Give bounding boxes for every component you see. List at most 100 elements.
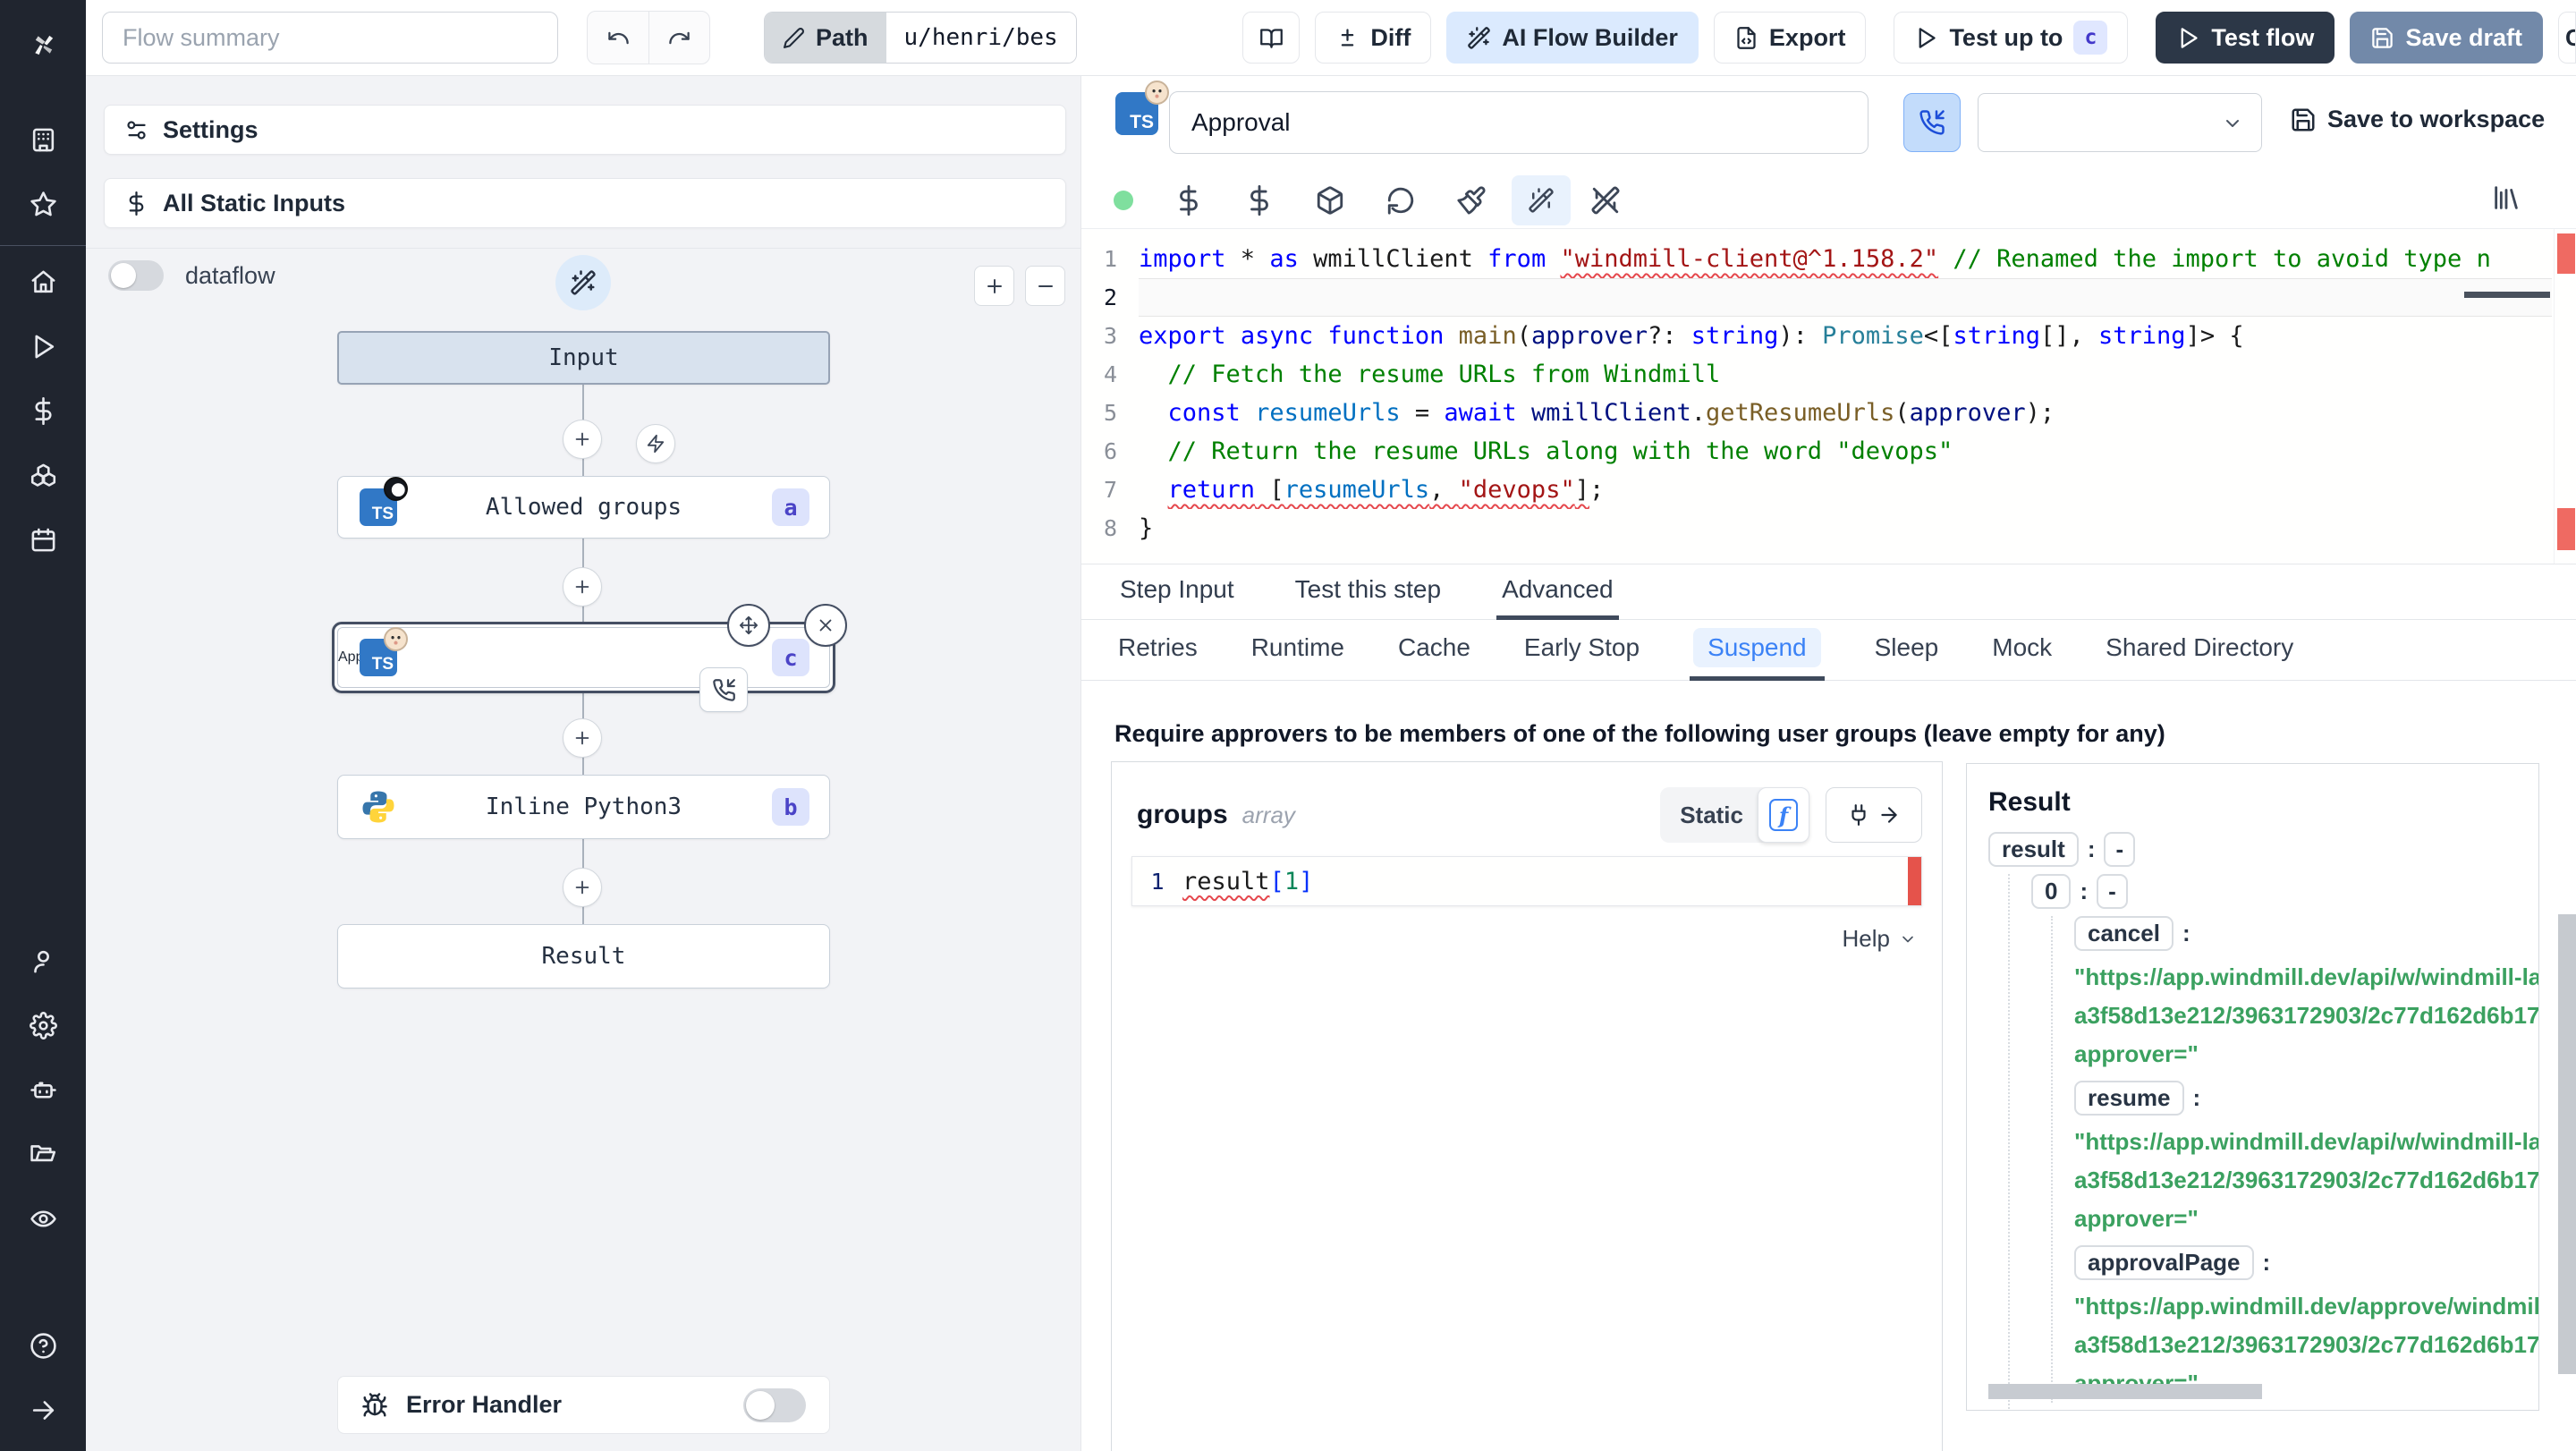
docs-book-button[interactable]	[1242, 12, 1301, 64]
code-line[interactable]: 5 const resumeUrls = await wmillClient.g…	[1081, 394, 2552, 432]
home-icon[interactable]	[0, 250, 86, 314]
step-title-input[interactable]	[1169, 91, 1868, 154]
suspend-phone-incoming-badge[interactable]	[699, 667, 748, 712]
flow-settings-button[interactable]: Settings	[104, 105, 1066, 155]
tab-retries[interactable]: Retries	[1114, 620, 1201, 681]
resource-dollar-button[interactable]	[1244, 184, 1275, 216]
tab-early-stop[interactable]: Early Stop	[1521, 620, 1643, 681]
library-icon[interactable]	[2491, 182, 2521, 213]
code-editor[interactable]: 1 import * as wmillClient from "windmill-…	[1081, 228, 2576, 564]
editor-overview-ruler[interactable]	[2554, 229, 2576, 564]
result-horizontal-scrollbar[interactable]	[1988, 1384, 2262, 1399]
insert-step-button[interactable]	[563, 718, 602, 758]
result-key-pill[interactable]: 0	[2031, 874, 2072, 909]
tab-cache[interactable]: Cache	[1394, 620, 1474, 681]
expand-arrow-right-icon[interactable]	[0, 1378, 86, 1442]
result-key-pill[interactable]: result	[1988, 832, 2079, 867]
javascript-expression-toggle[interactable]: f	[1758, 787, 1809, 843]
gear-icon[interactable]	[0, 993, 86, 1057]
save-draft-button[interactable]: Save draft	[2350, 12, 2543, 64]
reload-button[interactable]	[1385, 185, 1416, 216]
flow-summary-input[interactable]	[102, 12, 558, 64]
help-circle-icon[interactable]	[0, 1313, 86, 1378]
path-edit-segment[interactable]: Path	[765, 13, 886, 63]
ai-off-button[interactable]	[1590, 185, 1621, 216]
move-step-button[interactable]	[727, 604, 770, 647]
all-static-inputs-button[interactable]: All Static Inputs	[104, 178, 1066, 228]
test-flow-button[interactable]: Test flow	[2156, 12, 2335, 64]
tab-step-input[interactable]: Step Input	[1114, 564, 1240, 620]
trigger-zap-button[interactable]	[636, 424, 675, 463]
tab-suspend[interactable]: Suspend	[1690, 620, 1825, 681]
panel-vertical-scrollbar[interactable]	[2558, 914, 2576, 1374]
ai-assistant-button-active[interactable]	[1512, 174, 1571, 225]
result-key-pill[interactable]: resume	[2074, 1081, 2184, 1116]
script-version-select[interactable]	[1978, 93, 2262, 152]
code-line[interactable]: 8}	[1081, 509, 2552, 547]
eye-icon[interactable]	[0, 1186, 86, 1251]
redo-button[interactable]	[648, 12, 709, 64]
insert-step-button[interactable]	[563, 868, 602, 907]
connect-input-button[interactable]	[1826, 787, 1922, 843]
editor-scrollbar-handle[interactable]	[2464, 292, 2550, 298]
save-to-workspace-button[interactable]: Save to workspace	[2290, 106, 2545, 133]
tab-label: Early Stop	[1523, 633, 1640, 661]
diff-button[interactable]: Diff	[1315, 12, 1432, 64]
zoom-out-button[interactable]	[1025, 266, 1065, 306]
code-line[interactable]: 3 export async function main(approver?: s…	[1081, 317, 2552, 355]
tab-runtime[interactable]: Runtime	[1248, 620, 1348, 681]
variable-dollar-button[interactable]	[1174, 184, 1204, 216]
variables-dollar-icon[interactable]	[0, 378, 86, 443]
user-icon[interactable]	[0, 929, 86, 993]
flow-node-input[interactable]: Input	[337, 331, 830, 385]
building-icon[interactable]	[0, 107, 86, 172]
workers-robot-icon[interactable]	[0, 1057, 86, 1122]
code-line[interactable]: 4 // Fetch the resume URLs from Windmill	[1081, 355, 2552, 394]
zoom-in-button[interactable]	[974, 266, 1014, 306]
flow-node-result[interactable]: Result	[337, 924, 830, 989]
line-number: 1	[1103, 246, 1117, 272]
groups-expression-editor[interactable]: 1 result[1]	[1131, 856, 1922, 906]
help-dropdown[interactable]: Help	[1843, 925, 1917, 953]
insert-step-button[interactable]	[563, 567, 602, 607]
delete-step-button[interactable]	[804, 604, 847, 647]
folder-open-icon[interactable]	[0, 1122, 86, 1186]
tab-shared-directory[interactable]: Shared Directory	[2102, 620, 2297, 681]
code-line[interactable]: 7 return [resumeUrls, "devops"];	[1081, 471, 2552, 509]
error-handler-card[interactable]: Error Handler	[337, 1376, 830, 1434]
deploy-button-cutoff[interactable]: C	[2558, 12, 2576, 64]
resources-boxes-icon[interactable]	[0, 443, 86, 507]
export-button[interactable]: Export	[1713, 12, 1867, 64]
star-icon[interactable]	[0, 172, 86, 236]
package-button[interactable]	[1315, 185, 1345, 216]
code-line[interactable]: 2	[1081, 278, 2552, 317]
tab-mock[interactable]: Mock	[1988, 620, 2055, 681]
flow-node-inline-python3[interactable]: Inline Python3 b	[337, 775, 830, 839]
code-line[interactable]: 6 // Return the resume URLs along with t…	[1081, 432, 2552, 471]
undo-button[interactable]	[588, 12, 648, 64]
tab-test-this-step[interactable]: Test this step	[1290, 564, 1446, 620]
collapse-button[interactable]: -	[2097, 874, 2128, 909]
dataflow-toggle[interactable]	[108, 260, 164, 291]
collapse-button[interactable]: -	[2104, 832, 2136, 867]
path-button[interactable]: Path u/henri/bes	[764, 12, 1077, 64]
test-up-to-button[interactable]: Test up to c	[1894, 12, 2129, 64]
result-key-pill[interactable]: approvalPage	[2074, 1245, 2254, 1280]
windmill-logo-icon[interactable]	[0, 13, 86, 77]
suspend-phone-toggle-button[interactable]	[1903, 93, 1961, 152]
result-key-pill[interactable]: 1	[2031, 1410, 2071, 1411]
result-tree-row: approvalPage:	[2074, 1245, 2538, 1280]
ai-flow-builder-button[interactable]: AI Flow Builder	[1446, 12, 1699, 64]
error-handler-toggle[interactable]	[743, 1387, 806, 1422]
schedules-calendar-icon[interactable]	[0, 507, 86, 572]
result-key-pill[interactable]: cancel	[2074, 916, 2174, 951]
tab-sleep[interactable]: Sleep	[1871, 620, 1943, 681]
insert-step-button[interactable]	[563, 420, 602, 459]
save-icon	[2372, 27, 2394, 48]
flow-node-allowed-groups[interactable]: TS Allowed groups a	[337, 476, 830, 539]
format-brush-button[interactable]	[1456, 185, 1487, 216]
ai-wand-button[interactable]	[555, 255, 611, 310]
code-line[interactable]: 1 import * as wmillClient from "windmill-…	[1081, 240, 2552, 278]
tab-advanced[interactable]: Advanced	[1496, 564, 1619, 620]
runs-play-icon[interactable]	[0, 314, 86, 378]
